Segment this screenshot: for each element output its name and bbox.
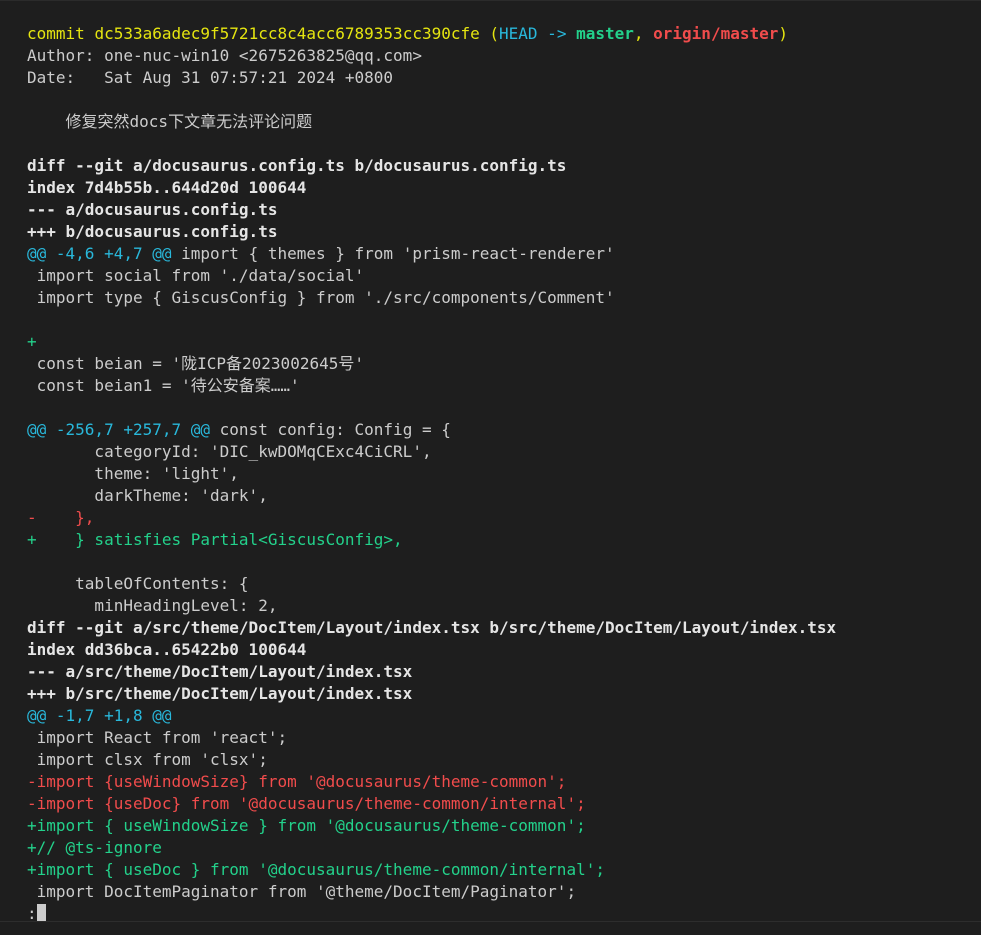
context-line: const beian1 = '待公安备案……' (27, 376, 300, 395)
diff-index: index 7d4b55b..644d20d 100644 (27, 178, 307, 197)
removed-line: -import {useDoc} from '@docusaurus/theme… (27, 794, 586, 813)
head-ref: HEAD -> (499, 24, 577, 43)
context-line: import DocItemPaginator from '@theme/Doc… (27, 882, 577, 901)
context-line: categoryId: 'DIC_kwDOMqCExc4CiCRL', (27, 442, 432, 461)
context-line: tableOfContents: { (27, 574, 249, 593)
context-line: import clsx from 'clsx'; (27, 750, 268, 769)
added-line: + (27, 332, 37, 351)
date-line: Date: Sat Aug 31 07:57:21 2024 +0800 (27, 68, 394, 87)
context-line: import type { GiscusConfig } from './src… (27, 288, 615, 307)
context-line: minHeadingLevel: 2, (27, 596, 278, 615)
commit-message: 修复突然docs下文章无法评论问题 (27, 112, 313, 131)
terminal-window[interactable]: commit dc533a6adec9f5721cc8c4acc6789353c… (0, 0, 981, 935)
horizontal-scrollbar[interactable] (0, 921, 981, 935)
removed-line: -import {useWindowSize} from '@docusauru… (27, 772, 567, 791)
context-line: darkTheme: 'dark', (27, 486, 268, 505)
diff-from-file: --- a/docusaurus.config.ts (27, 200, 278, 219)
diff-to-file: +++ b/docusaurus.config.ts (27, 222, 278, 241)
hunk-header: @@ -1,7 +1,8 @@ (27, 706, 172, 725)
diff-to-file: +++ b/src/theme/DocItem/Layout/index.tsx (27, 684, 413, 703)
added-line: +import { useDoc } from '@docusaurus/the… (27, 860, 605, 879)
hunk-header: @@ -4,6 +4,7 @@ import { themes } from '… (27, 244, 615, 263)
context-line: const beian = '陇ICP备2023002645号' (27, 354, 364, 373)
diff-header: diff --git a/docusaurus.config.ts b/docu… (27, 156, 567, 175)
added-line: +// @ts-ignore (27, 838, 162, 857)
hunk-header: @@ -256,7 +257,7 @@ const config: Config… (27, 420, 451, 439)
context-line: import social from './data/social' (27, 266, 365, 285)
git-log-output: commit dc533a6adec9f5721cc8c4acc6789353c… (27, 23, 836, 925)
author-line: Author: one-nuc-win10 <2675263825@qq.com… (27, 46, 422, 65)
remote-ref: origin/master (653, 24, 779, 43)
diff-header: diff --git a/src/theme/DocItem/Layout/in… (27, 618, 837, 637)
branch-ref: master (576, 24, 634, 43)
commit-hash: dc533a6adec9f5721cc8c4acc6789353cc390cfe (94, 24, 480, 43)
diff-index: index dd36bca..65422b0 100644 (27, 640, 307, 659)
context-line: theme: 'light', (27, 464, 239, 483)
context-line: import React from 'react'; (27, 728, 288, 747)
added-line: +import { useWindowSize } from '@docusau… (27, 816, 586, 835)
removed-line: - }, (27, 508, 95, 527)
diff-from-file: --- a/src/theme/DocItem/Layout/index.tsx (27, 662, 413, 681)
commit-line: commit dc533a6adec9f5721cc8c4acc6789353c… (27, 24, 789, 43)
added-line: + } satisfies Partial<GiscusConfig>, (27, 530, 403, 549)
